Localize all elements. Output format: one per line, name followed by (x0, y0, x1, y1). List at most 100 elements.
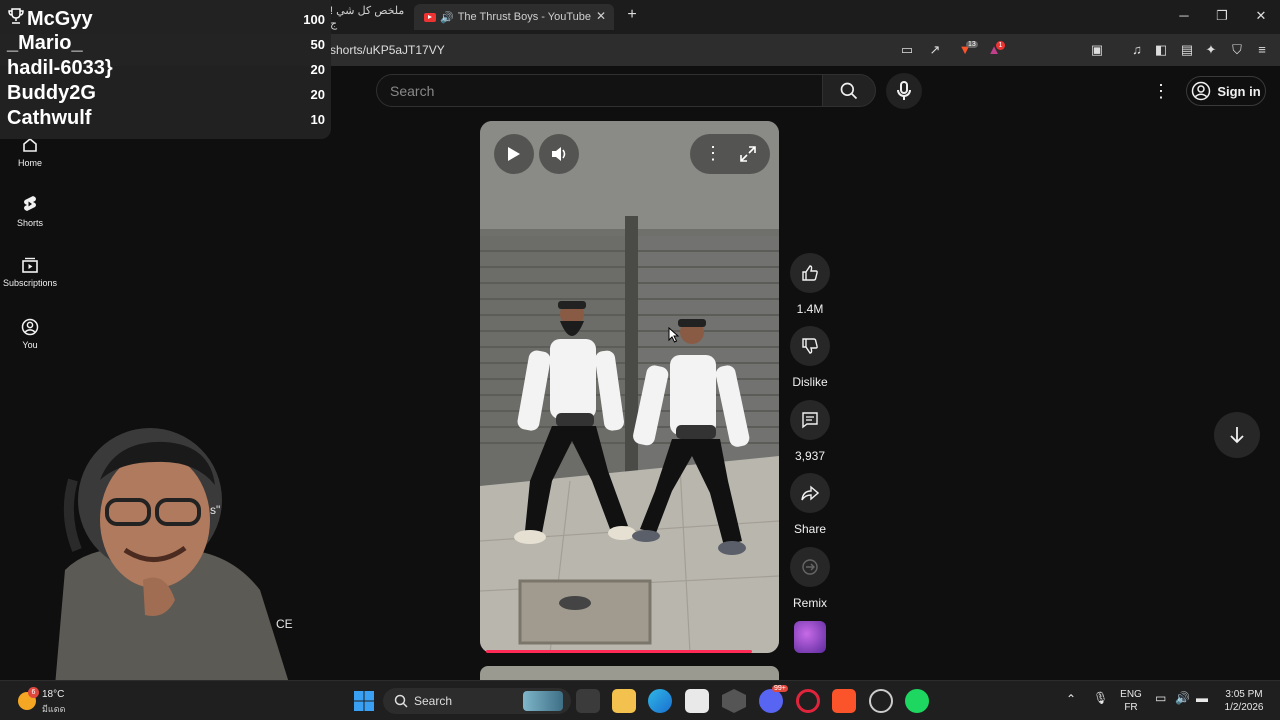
account-icon (1192, 81, 1211, 101)
sidebar-item-subscriptions[interactable]: Subscriptions (0, 256, 60, 288)
share-page-icon[interactable]: ↗ (927, 42, 943, 58)
menu-icon[interactable]: ≡ (1254, 42, 1270, 58)
leaderboard-name: _Mario_ (7, 32, 83, 54)
like-button[interactable]: 1.4M (790, 253, 830, 316)
close-tab-icon[interactable]: ✕ (596, 9, 606, 23)
weather-temp: 18°C (42, 689, 65, 700)
like-count: 1.4M (796, 302, 824, 316)
language-indicator[interactable]: ENG FR (1117, 688, 1145, 714)
leaderboard-score: 10 (310, 112, 325, 127)
leaderboard-score: 20 (310, 87, 325, 102)
speaker-icon: 🔊 (440, 11, 454, 24)
tab-youtube[interactable]: 🔊 The Thrust Boys - YouTube ✕ (414, 4, 614, 30)
overlay-partial-text: s" (210, 503, 221, 517)
spotify-icon[interactable] (905, 689, 929, 713)
weather-widget[interactable]: 6 18°C มีแดด (16, 687, 76, 715)
brave-taskbar-icon[interactable] (832, 689, 856, 713)
sidebar-item-you[interactable]: You (0, 318, 60, 350)
language-top: ENG (1120, 689, 1142, 700)
vpn-icon[interactable]: ⛉ (1229, 42, 1245, 58)
search-input[interactable]: Search (376, 74, 823, 107)
sidebar-item-label: Subscriptions (2, 278, 58, 288)
next-short-preview[interactable] (480, 666, 779, 680)
play-button[interactable] (494, 134, 534, 174)
url-field[interactable]: shorts/uKP5aJT17VY (330, 43, 445, 57)
media-icon[interactable]: ♫ (1129, 42, 1145, 58)
overlay-partial-text: CE (276, 617, 293, 631)
sidebar-item-label: You (22, 340, 38, 350)
clock-time: 3:05 PM (1225, 689, 1263, 700)
weather-desc: มีแดด (42, 704, 66, 714)
wallet-icon[interactable]: ▤ (1179, 42, 1195, 58)
sound-avatar[interactable] (794, 621, 826, 653)
dislike-button[interactable]: Dislike (790, 326, 830, 389)
screenshot-icon[interactable]: ▣ (1089, 42, 1105, 58)
leo-ai-icon[interactable]: ✦ (1203, 42, 1219, 58)
app-hex-icon[interactable] (722, 689, 746, 713)
next-short-button[interactable] (1214, 412, 1260, 458)
close-window-icon[interactable]: ✕ (1251, 8, 1271, 24)
mouse-cursor-icon (668, 327, 680, 343)
streamer-webcam (55, 420, 295, 686)
weather-badge: 6 (28, 687, 39, 698)
obs-icon[interactable] (869, 689, 893, 713)
thumbs-down-icon (802, 338, 818, 354)
share-button[interactable]: Share (790, 473, 830, 536)
microphone-tray-icon[interactable]: 🎙 (1093, 692, 1108, 705)
search-placeholder: Search (390, 83, 435, 99)
edge-icon[interactable] (648, 689, 672, 713)
voice-search-button[interactable] (886, 73, 922, 109)
taskbar-search[interactable]: Search (383, 688, 571, 714)
new-tab-button[interactable]: + (622, 6, 642, 24)
discord-icon[interactable] (759, 689, 783, 713)
thumbs-up-icon (802, 265, 818, 281)
sidebar-toggle-icon[interactable]: ◧ (1153, 42, 1169, 58)
task-view-icon[interactable] (576, 689, 600, 713)
leaderboard-row: Buddy2G 20 (7, 82, 325, 107)
search-button[interactable] (822, 74, 876, 107)
more-options-icon[interactable]: ⋮ (704, 143, 722, 164)
file-explorer-icon[interactable] (612, 689, 636, 713)
microsoft-store-icon[interactable] (685, 689, 709, 713)
dislike-label: Dislike (792, 375, 828, 389)
leaderboard-row: hadil-6033} 20 (7, 57, 325, 82)
comments-button[interactable]: 3,937 (790, 400, 830, 463)
leaderboard-row: _Mario_ 50 (7, 32, 325, 57)
leaderboard-name: hadil-6033} (7, 57, 113, 79)
volume-tray-icon[interactable]: 🔊 (1175, 692, 1190, 705)
remix-button[interactable]: Remix (790, 547, 830, 610)
microphone-icon (897, 81, 911, 100)
clock-date: 1/2/2026 (1224, 702, 1264, 713)
cast-icon[interactable]: ▭ (899, 42, 915, 58)
you-icon (21, 318, 39, 336)
trophy-icon (7, 7, 27, 31)
remix-label: Remix (792, 596, 827, 610)
restore-icon[interactable]: ❐ (1212, 8, 1232, 24)
start-button[interactable] (352, 689, 376, 713)
brave-shields-badge: 13 (966, 41, 978, 48)
webcam-image (55, 420, 295, 686)
sidebar-item-home[interactable]: Home (0, 136, 60, 168)
leaderboard-row: Cathwulf 10 (7, 107, 325, 132)
share-label: Share (793, 522, 827, 536)
tray-overflow-icon[interactable]: ⌃ (1066, 693, 1076, 706)
sign-in-button[interactable]: Sign in (1186, 76, 1266, 106)
fullscreen-icon[interactable] (740, 146, 756, 162)
opera-icon[interactable] (796, 689, 820, 713)
leaderboard-name: Buddy2G (7, 82, 96, 104)
volume-button[interactable] (539, 134, 579, 174)
network-icon[interactable]: ▭ (1155, 692, 1166, 705)
tab-label: ! ملخص كل شي ج (330, 5, 405, 30)
tab-arabic[interactable]: ! ملخص كل شي ج (330, 4, 410, 30)
clock[interactable]: 3:05 PM 1/2/2026 (1216, 688, 1272, 714)
video-progress-bar[interactable] (486, 650, 752, 653)
shorts-video-player[interactable]: ⋮ (480, 121, 779, 653)
leaderboard-overlay: McGyy 100 _Mario_ 50 hadil-6033} 20 Budd… (0, 0, 331, 139)
settings-menu-button[interactable]: ⋮ (1152, 80, 1170, 102)
minimize-icon[interactable]: ─ (1174, 8, 1194, 23)
comment-count: 3,937 (794, 449, 826, 463)
search-icon (394, 694, 408, 708)
sidebar-item-shorts[interactable]: Shorts (0, 194, 60, 228)
battery-icon[interactable]: ▬ (1196, 692, 1208, 705)
arrow-down-icon (1230, 427, 1244, 444)
